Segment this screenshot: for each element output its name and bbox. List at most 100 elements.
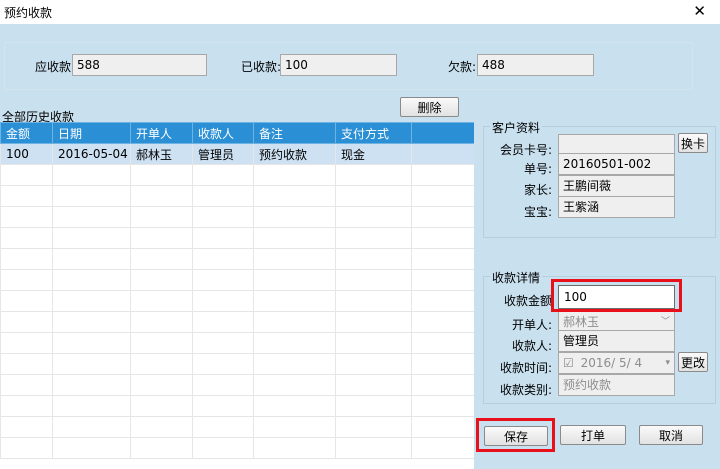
empty-cell [253, 395, 336, 417]
empty-cell [52, 353, 131, 375]
table-cell: 现金 [335, 143, 412, 165]
empty-row [0, 290, 474, 312]
empty-row [0, 353, 474, 375]
print-button[interactable]: 打单 [560, 425, 626, 445]
empty-cell [192, 206, 254, 228]
dialog-body: 应收款: 588 已收款: 100 欠款: 488 全部历史收款 删除 金额 日… [0, 24, 720, 469]
empty-cell [335, 227, 412, 249]
change-card-button[interactable]: 换卡 [678, 133, 708, 153]
empty-cell [130, 353, 193, 375]
save-button[interactable]: 保存 [484, 426, 548, 446]
empty-cell [253, 185, 336, 207]
payment-date-picker[interactable]: ☑ 2016/ 5/ 4 ▾ [558, 352, 675, 374]
empty-cell [335, 164, 412, 186]
empty-cell [335, 395, 412, 417]
empty-cell [335, 332, 412, 354]
empty-cell [0, 416, 53, 438]
empty-cell [253, 437, 336, 459]
empty-cell [192, 437, 254, 459]
card-label: 会员卡号: [499, 143, 552, 157]
empty-cell [335, 353, 412, 375]
payee-field: 管理员 [558, 330, 675, 352]
empty-cell [253, 206, 336, 228]
checkbox-icon: ☑ [563, 356, 574, 370]
column-header-payee[interactable]: 收款人 [192, 122, 254, 144]
empty-cell [192, 290, 254, 312]
empty-cell [0, 269, 53, 291]
empty-row [0, 185, 474, 207]
empty-cell [192, 185, 254, 207]
table-cell: 预约收款 [253, 143, 336, 165]
empty-cell [411, 332, 474, 354]
payee-label: 收款人: [511, 339, 552, 353]
empty-cell [335, 185, 412, 207]
baby-label: 宝宝: [523, 205, 552, 219]
empty-row [0, 311, 474, 333]
empty-cell [52, 227, 131, 249]
empty-cell [335, 290, 412, 312]
column-header-issuer[interactable]: 开单人 [130, 122, 193, 144]
empty-cell [0, 353, 53, 375]
empty-cell [130, 164, 193, 186]
parent-field: 王鹏间薇 [558, 175, 675, 197]
empty-cell [52, 185, 131, 207]
column-header-date[interactable]: 日期 [52, 122, 131, 144]
column-header-note[interactable]: 备注 [253, 122, 336, 144]
change-time-button[interactable]: 更改 [678, 352, 708, 372]
table-row[interactable]: 100 2016-05-04 郝林玉 管理员 预约收款 现金 [0, 143, 474, 165]
window-title: 预约收款 [4, 6, 53, 20]
empty-cell [52, 248, 131, 270]
empty-cell [192, 395, 254, 417]
empty-cell [130, 269, 193, 291]
empty-row [0, 206, 474, 228]
order-number-label: 单号: [523, 162, 552, 176]
empty-cell [411, 311, 474, 333]
empty-cell [52, 311, 131, 333]
table-header-row: 金额 日期 开单人 收款人 备注 支付方式 [0, 122, 474, 144]
empty-cell [411, 248, 474, 270]
column-header-amount[interactable]: 金额 [0, 122, 53, 144]
empty-cell [0, 248, 53, 270]
empty-cell [335, 248, 412, 270]
empty-cell [130, 437, 193, 459]
empty-row [0, 227, 474, 249]
empty-cell [192, 227, 254, 249]
empty-cell [52, 416, 131, 438]
empty-cell [411, 164, 474, 186]
amount-label: 收款金额 [503, 294, 552, 308]
empty-cell [411, 353, 474, 375]
empty-cell [192, 353, 254, 375]
empty-cell [411, 269, 474, 291]
order-number-field: 20160501-002 [558, 153, 675, 175]
empty-cell [52, 206, 131, 228]
issuer-value: 郝林玉 [563, 315, 600, 329]
empty-cell [130, 416, 193, 438]
empty-cell [192, 332, 254, 354]
delete-button[interactable]: 删除 [400, 97, 459, 117]
empty-cell [411, 290, 474, 312]
cancel-button[interactable]: 取消 [639, 425, 703, 445]
empty-cell [335, 206, 412, 228]
empty-cell [0, 437, 53, 459]
chevron-down-icon: ﹀ [660, 317, 670, 327]
empty-cell [52, 395, 131, 417]
empty-row [0, 437, 474, 459]
empty-cell [253, 164, 336, 186]
empty-cell [253, 353, 336, 375]
empty-cell [192, 416, 254, 438]
amount-input[interactable]: 100 [558, 285, 675, 309]
payment-type-label: 收款类别: [499, 383, 552, 397]
close-icon[interactable]: ✕ [693, 2, 706, 20]
empty-cell [253, 248, 336, 270]
issuer-label: 开单人: [511, 318, 552, 332]
empty-cell [52, 269, 131, 291]
customer-group-title: 客户资料 [490, 119, 543, 136]
empty-cell [0, 227, 53, 249]
table-cell: 管理员 [192, 143, 254, 165]
empty-cell [0, 185, 53, 207]
time-label: 收款时间: [499, 361, 552, 375]
column-header-filler [411, 122, 474, 144]
table-cell-filler [411, 143, 474, 165]
empty-row [0, 374, 474, 396]
column-header-payment-method[interactable]: 支付方式 [335, 122, 412, 144]
